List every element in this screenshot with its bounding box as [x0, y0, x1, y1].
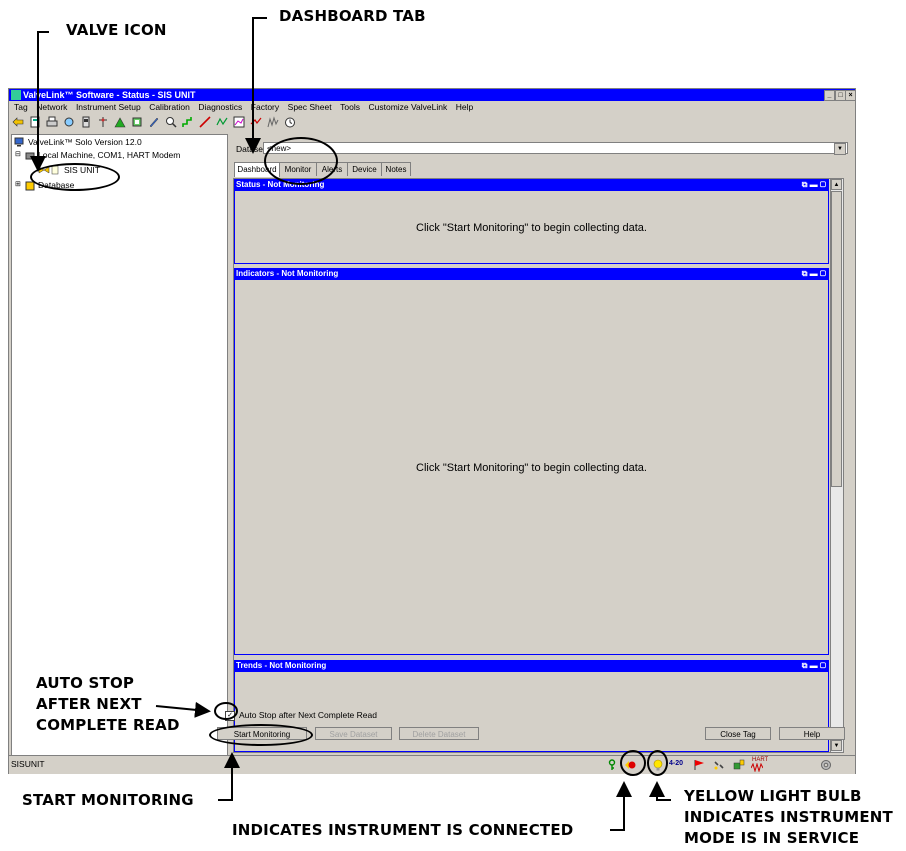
callout-start-monitoring: START MONITORING — [22, 791, 194, 809]
callout-connected: INDICATES INSTRUMENT IS CONNECTED — [232, 821, 574, 839]
callout-bulb-1: YELLOW LIGHT BULB — [684, 787, 862, 805]
setup-icon[interactable] — [114, 116, 126, 128]
tools-icon — [714, 761, 724, 770]
trends-section-header: Trends - Not Monitoring ⧉ ▬ ▢ — [234, 660, 829, 671]
application-window: ValveLink™ Software - Status - SIS UNIT … — [8, 88, 856, 774]
modem-icon — [25, 152, 35, 160]
section-window-controls-icon[interactable]: ⧉ ▬ ▢ — [802, 661, 826, 670]
indicators-section-header: Indicators - Not Monitoring ⧉ ▬ ▢ — [234, 268, 829, 279]
menu-tag[interactable]: Tag — [14, 102, 28, 112]
back-icon[interactable] — [12, 116, 24, 128]
scroll-up-icon[interactable]: ▲ — [831, 179, 842, 190]
toolbar — [9, 114, 855, 132]
close-button[interactable]: × — [845, 90, 856, 101]
print-icon[interactable] — [46, 116, 58, 128]
bulb-highlight — [647, 750, 668, 776]
tree-expander-db[interactable]: ⊞ — [15, 180, 21, 188]
instrument-status-icon — [733, 759, 745, 770]
app-icon — [11, 90, 21, 100]
menu-factory[interactable]: Factory — [251, 102, 279, 112]
timer-icon[interactable] — [284, 116, 296, 128]
valve-icon-highlight — [30, 163, 120, 191]
minimize-button[interactable]: _ — [824, 90, 835, 101]
status-icon[interactable] — [63, 116, 75, 128]
connected-highlight — [620, 750, 646, 776]
dataset-select[interactable]: <new> ▼ — [263, 142, 848, 155]
menu-customize[interactable]: Customize ValveLink — [368, 102, 447, 112]
indicators-message: Click "Start Monitoring" to begin collec… — [416, 462, 647, 474]
loop-current-label: 4-20 — [669, 760, 684, 767]
menu-help[interactable]: Help — [456, 102, 473, 112]
start-monitoring-highlight — [209, 724, 313, 746]
spectrum-icon[interactable] — [267, 116, 279, 128]
trend-icon[interactable] — [233, 116, 245, 128]
main-panel: Dataset: <new> ▼ Dashboard Monitor Alert… — [230, 134, 852, 756]
pen-icon[interactable] — [148, 116, 160, 128]
computer-icon — [14, 137, 24, 147]
help-button[interactable]: Help — [779, 727, 845, 740]
device-icon[interactable] — [29, 116, 41, 128]
window-title: ValveLink™ Software - Status - SIS UNIT — [23, 90, 196, 100]
menu-calibration[interactable]: Calibration — [149, 102, 190, 112]
auto-stop-label[interactable]: Auto Stop after Next Complete Read — [239, 710, 377, 720]
dashboard-tab-highlight — [264, 137, 338, 185]
status-section-header: Status - Not Monitoring ⧉ ▬ ▢ — [234, 179, 829, 190]
vertical-scrollbar[interactable]: ▲ ▼ — [830, 179, 843, 752]
indicators-section-body: Click "Start Monitoring" to begin collec… — [234, 279, 829, 655]
step-icon[interactable] — [182, 116, 194, 128]
navigation-tree: ValveLink™ Solo Version 12.0 ⊟ Local Mac… — [11, 134, 228, 758]
tab-notes[interactable]: Notes — [381, 162, 411, 176]
close-tag-button[interactable]: Close Tag — [705, 727, 771, 740]
section-window-controls-icon[interactable]: ⧉ ▬ ▢ — [802, 269, 826, 278]
status-message: Click "Start Monitoring" to begin collec… — [416, 222, 647, 234]
tab-device[interactable]: Device — [347, 162, 382, 176]
status-tag: SISUNIT — [11, 759, 45, 769]
tree-root[interactable]: ValveLink™ Solo Version 12.0 — [28, 137, 142, 147]
callout-auto-stop-3: COMPLETE READ — [36, 716, 180, 734]
callout-valve-icon: VALVE ICON — [66, 21, 167, 39]
hart-signal-icon — [751, 763, 763, 772]
key-icon — [608, 759, 616, 770]
instrument-icon[interactable] — [80, 116, 92, 128]
signature-icon[interactable] — [250, 116, 262, 128]
delete-dataset-button[interactable]: Delete Dataset — [399, 727, 479, 740]
chevron-down-icon[interactable]: ▼ — [834, 143, 846, 155]
trends-section-title: Trends - Not Monitoring — [236, 661, 327, 670]
scroll-thumb[interactable] — [831, 191, 842, 487]
status-bar: SISUNIT 4-20 HART — [9, 755, 855, 774]
network-icon[interactable] — [97, 116, 109, 128]
save-dataset-button[interactable]: Save Dataset — [315, 727, 392, 740]
menu-network[interactable]: Network — [36, 102, 67, 112]
callout-auto-stop-2: AFTER NEXT — [36, 695, 142, 713]
scroll-down-icon[interactable]: ▼ — [831, 740, 842, 751]
gear-icon[interactable] — [820, 759, 832, 771]
status-section-body: Click "Start Monitoring" to begin collec… — [234, 190, 829, 264]
section-window-controls-icon[interactable]: ⧉ ▬ ▢ — [802, 180, 826, 189]
ramp-icon[interactable] — [199, 116, 211, 128]
calibration-icon[interactable] — [131, 116, 143, 128]
callout-auto-stop-1: AUTO STOP — [36, 674, 135, 692]
auto-stop-highlight — [214, 702, 238, 720]
menu-instrument-setup[interactable]: Instrument Setup — [76, 102, 141, 112]
menu-tools[interactable]: Tools — [340, 102, 360, 112]
menu-bar: Tag Network Instrument Setup Calibration… — [9, 101, 855, 113]
menu-diagnostics[interactable]: Diagnostics — [198, 102, 242, 112]
tree-machine[interactable]: Local Machine, COM1, HART Modem — [38, 150, 180, 160]
callout-bulb-3: MODE IS IN SERVICE — [684, 829, 860, 847]
callout-dashboard-tab: DASHBOARD TAB — [279, 7, 426, 25]
title-bar: ValveLink™ Software - Status - SIS UNIT … — [9, 89, 856, 101]
indicators-section-title: Indicators - Not Monitoring — [236, 269, 339, 278]
flag-icon — [694, 760, 704, 770]
magnify-icon[interactable] — [165, 116, 177, 128]
tree-expander[interactable]: ⊟ — [15, 150, 21, 158]
dashboard-content: Status - Not Monitoring ⧉ ▬ ▢ Click "Sta… — [233, 178, 844, 753]
menu-spec-sheet[interactable]: Spec Sheet — [288, 102, 332, 112]
callout-bulb-2: INDICATES INSTRUMENT — [684, 808, 893, 826]
diagnostic-icon[interactable] — [216, 116, 228, 128]
